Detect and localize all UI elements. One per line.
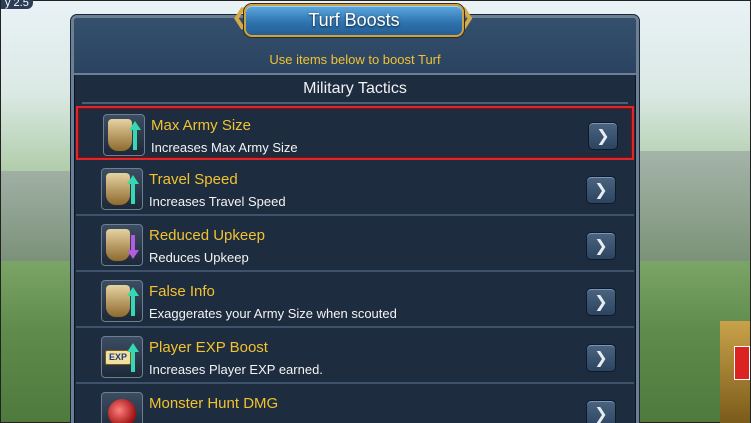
boost-row-travel-speed[interactable]: Travel Speed Increases Travel Speed ❯ (76, 162, 634, 216)
background-castle-wall-left (1, 171, 73, 261)
chevron-right-icon[interactable]: ❯ (588, 122, 618, 150)
chevron-right-icon[interactable]: ❯ (586, 344, 616, 372)
exp-badge-label: EXP (105, 350, 131, 365)
boost-description: Increases Travel Speed (149, 194, 286, 209)
chevron-right-icon[interactable]: ❯ (586, 400, 616, 423)
boost-row-false-info[interactable]: False Info Exaggerates your Army Size wh… (76, 274, 634, 328)
chevron-right-icon[interactable]: ❯ (586, 232, 616, 260)
boost-name: Max Army Size (151, 117, 252, 134)
false-info-soldiers-icon (101, 280, 143, 322)
chevron-right-icon[interactable]: ❯ (586, 288, 616, 316)
turf-boosts-panel: Use items below to boost Turf Military T… (71, 15, 639, 423)
boost-name: Monster Hunt DMG (149, 395, 279, 412)
monster-hunt-icon (101, 392, 143, 423)
chevron-right-icon[interactable]: ❯ (586, 176, 616, 204)
boost-row-player-exp-boost[interactable]: EXP Player EXP Boost Increases Player EX… (76, 330, 634, 384)
boost-row-monster-hunt-dmg[interactable]: Monster Hunt DMG ❯ (76, 386, 634, 423)
section-divider (82, 102, 628, 104)
background-castle-wall-right (632, 151, 750, 261)
exp-badge-icon: EXP (101, 336, 143, 378)
boost-name: Travel Speed (149, 171, 238, 188)
boost-name: False Info (149, 283, 215, 300)
dialog-title-banner: Turf Boosts (244, 4, 464, 37)
travel-speed-boot-icon (101, 168, 143, 210)
boost-row-reduced-upkeep[interactable]: Reduced Upkeep Reduces Upkeep ❯ (76, 218, 634, 272)
corner-resource-text: y 2.5 (1, 0, 33, 9)
boost-row-max-army-size[interactable]: Max Army Size Increases Max Army Size ❯ (76, 106, 634, 160)
boost-name: Player EXP Boost (149, 339, 268, 356)
section-title: Military Tactics (303, 80, 407, 97)
boost-name: Reduced Upkeep (149, 227, 265, 244)
dialog-title: Turf Boosts (308, 10, 400, 30)
boost-description: Exaggerates your Army Size when scouted (149, 306, 397, 321)
upkeep-soldier-icon (101, 224, 143, 266)
boost-description: Reduces Upkeep (149, 250, 249, 265)
boost-description: Increases Player EXP earned. (149, 362, 323, 377)
panel-subtitle: Use items below to boost Turf (269, 52, 441, 67)
background-flag (734, 346, 750, 380)
boost-description: Increases Max Army Size (151, 140, 298, 155)
army-size-shield-icon (103, 114, 145, 156)
